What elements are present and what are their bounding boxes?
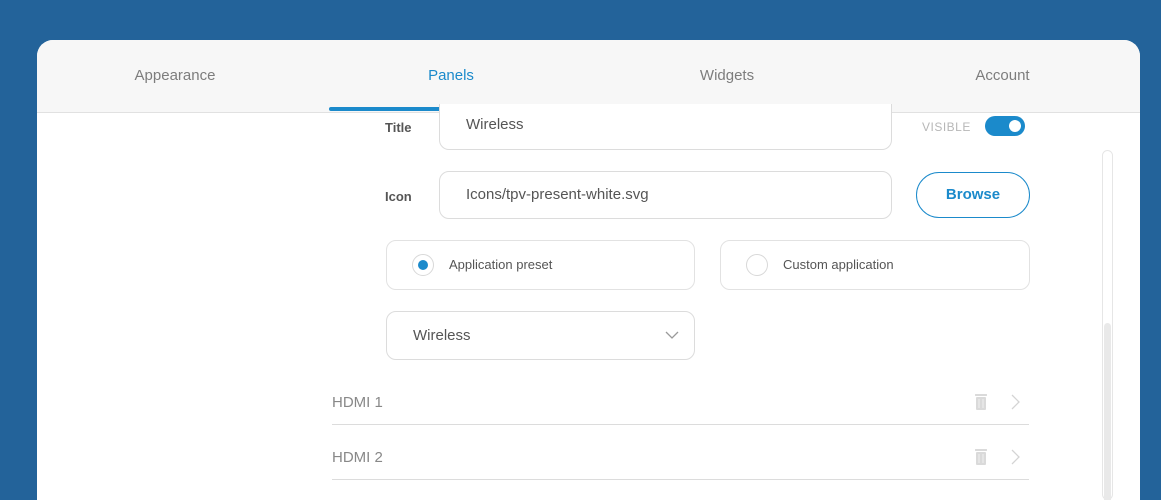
preset-dropdown-value: Wireless	[413, 327, 471, 344]
toggle-knob	[1009, 120, 1021, 132]
trash-icon[interactable]	[974, 448, 988, 466]
tab-appearance[interactable]: Appearance	[37, 40, 313, 112]
list-item[interactable]: HDMI 1	[332, 384, 1029, 425]
preset-dropdown[interactable]: Wireless	[386, 311, 695, 360]
custom-application-label: Custom application	[783, 257, 894, 272]
title-label: Title	[385, 120, 412, 135]
scrollbar-thumb[interactable]	[1104, 323, 1111, 500]
browse-button[interactable]: Browse	[916, 172, 1030, 218]
chevron-down-icon	[665, 331, 679, 339]
list-item[interactable]: HDMI 2	[332, 439, 1029, 480]
tab-widgets[interactable]: Widgets	[589, 40, 865, 112]
tab-panels[interactable]: Panels	[313, 40, 589, 112]
chevron-right-icon[interactable]	[1010, 394, 1020, 410]
scrollbar[interactable]	[1102, 150, 1113, 500]
settings-card: Appearance Panels Widgets Account Title …	[37, 40, 1140, 500]
application-preset-option[interactable]: Application preset	[386, 240, 695, 290]
icon-path-input[interactable]: Icons/tpv-present-white.svg	[439, 171, 892, 219]
visible-toggle[interactable]	[985, 116, 1025, 136]
tab-account[interactable]: Account	[865, 40, 1140, 112]
tab-bar: Appearance Panels Widgets Account	[37, 40, 1140, 113]
title-input[interactable]: Wireless	[439, 104, 892, 150]
list-item-name: HDMI 1	[332, 394, 383, 411]
chevron-right-icon[interactable]	[1010, 449, 1020, 465]
application-preset-label: Application preset	[449, 257, 553, 272]
visible-label: VISIBLE	[922, 120, 971, 134]
radio-unselected-icon	[746, 254, 768, 276]
icon-label: Icon	[385, 189, 412, 204]
list-item-name: HDMI 2	[332, 449, 383, 466]
custom-application-option[interactable]: Custom application	[720, 240, 1030, 290]
trash-icon[interactable]	[974, 393, 988, 411]
radio-selected-icon	[412, 254, 434, 276]
